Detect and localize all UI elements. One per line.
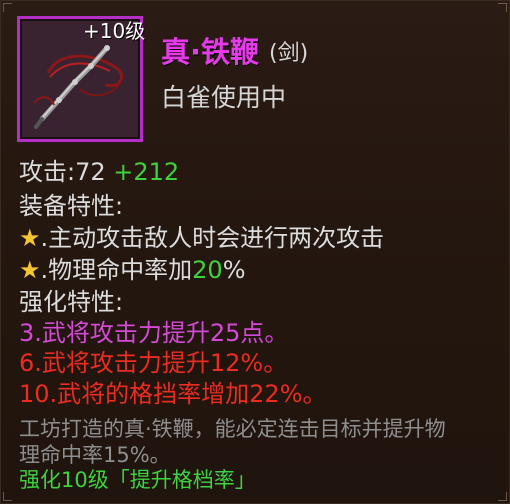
equip-trait-text-suffix: % xyxy=(222,256,246,284)
item-level-badge: +10级 xyxy=(83,19,146,43)
item-tooltip: +10级 真·铁鞭 (剑) 白雀使用中 攻击:72 +212 装备特性: ★.主… xyxy=(0,0,510,504)
refine-trait-item: 3.武将攻击力提升25点。 xyxy=(19,319,289,347)
item-owner-status: 白雀使用中 xyxy=(161,83,287,112)
equip-trait-text: .物理命中率加 xyxy=(40,256,193,284)
refine-trait-item: 6.武将攻击力提升12%。 xyxy=(19,349,288,377)
star-icon: ★ xyxy=(19,256,41,284)
equip-trait-item: ★.主动攻击敌人时会进行两次攻击 xyxy=(19,222,384,254)
equip-trait-item: ★.物理命中率加20% xyxy=(19,254,246,286)
attack-base-value: 72 xyxy=(75,158,106,186)
item-type: (剑) xyxy=(269,41,309,66)
refine-level-footer: 强化10级「提升格档率」 xyxy=(19,468,256,492)
attack-stat-line: 攻击:72 +212 xyxy=(19,156,179,188)
equip-trait-text: .主动攻击敌人时会进行两次攻击 xyxy=(40,224,385,252)
corner-ornament xyxy=(3,3,12,12)
corner-ornament xyxy=(498,492,507,501)
corner-ornament xyxy=(498,3,507,12)
attack-bonus-value: +212 xyxy=(113,158,180,186)
star-icon: ★ xyxy=(19,224,41,252)
equip-trait-highlight: 20 xyxy=(192,256,223,284)
attack-label: 攻击: xyxy=(19,158,76,186)
equip-traits-header: 装备特性: xyxy=(19,192,124,220)
refine-traits-header: 强化特性: xyxy=(19,288,124,316)
item-name: 真·铁鞭 xyxy=(161,35,260,69)
corner-ornament xyxy=(3,492,12,501)
refine-trait-item: 10.武将的格挡率增加22%。 xyxy=(19,380,327,408)
